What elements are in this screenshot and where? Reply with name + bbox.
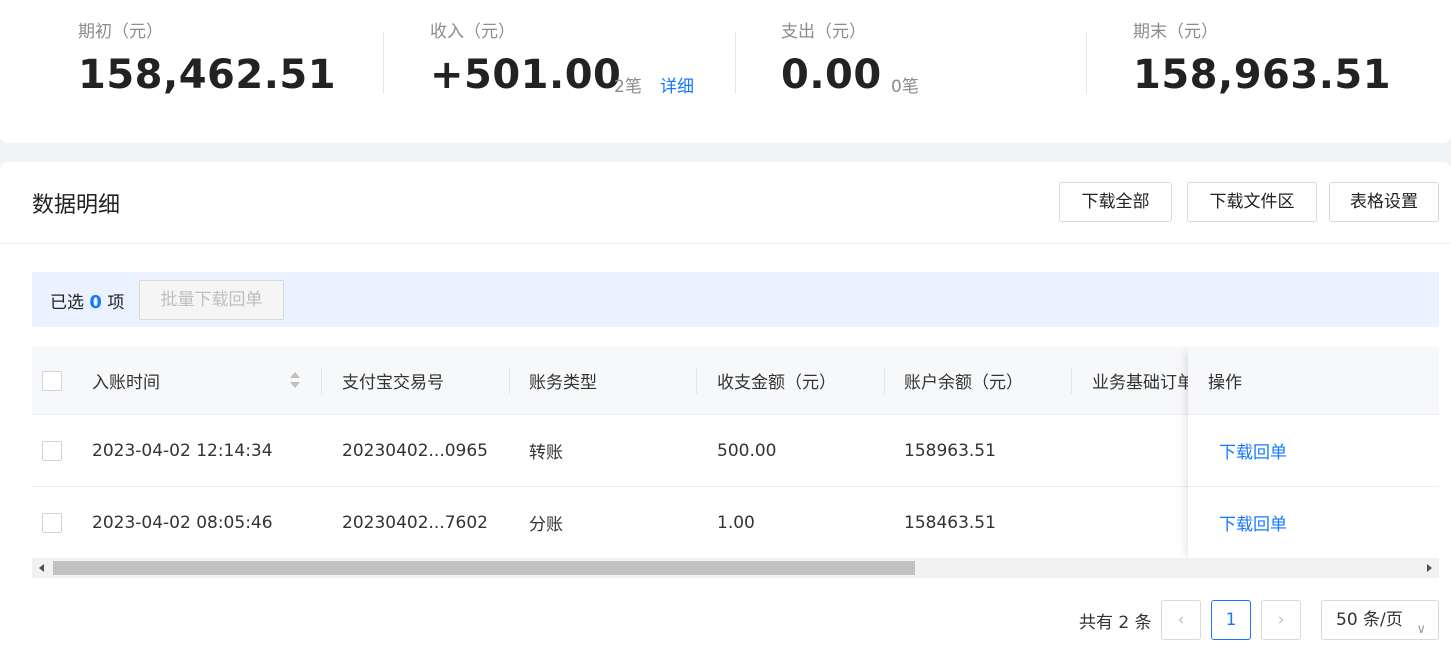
selection-prefix: 已选 bbox=[50, 293, 84, 313]
summary-card: 期初（元） 158,462.51 收入（元） +501.00 2笔 详细 支出（… bbox=[0, 0, 1451, 143]
selection-summary: 已选 0 项 bbox=[50, 288, 124, 313]
income-value: +501.00 bbox=[430, 52, 622, 98]
expense-count: 0笔 bbox=[891, 77, 919, 97]
chevron-left-icon: ‹ bbox=[1177, 610, 1185, 630]
income-detail-link[interactable]: 详细 bbox=[660, 72, 694, 97]
action-header-cell: 操作 bbox=[1188, 347, 1439, 415]
closing-balance-value: 158,963.51 bbox=[1133, 52, 1392, 98]
column-header-trade-no: 支付宝交易号 bbox=[342, 373, 444, 393]
cell-time: 2023-04-02 08:05:46 bbox=[92, 512, 273, 533]
column-divider bbox=[1071, 368, 1072, 394]
page-size-value: 50 条/页 bbox=[1336, 610, 1403, 630]
divider bbox=[735, 32, 736, 94]
divider bbox=[383, 32, 384, 94]
column-header-amount: 收支金额（元） bbox=[717, 373, 836, 393]
selection-bar: 已选 0 项 批量下载回单 bbox=[32, 272, 1439, 327]
selection-suffix: 项 bbox=[107, 293, 125, 313]
selection-count: 0 bbox=[89, 292, 102, 313]
pagination-total: 共有 2 条 bbox=[1079, 613, 1152, 633]
download-receipt-link[interactable]: 下载回单 bbox=[1219, 415, 1339, 486]
action-cell: 下载回单 bbox=[1188, 415, 1439, 487]
divider bbox=[1086, 32, 1087, 94]
fixed-action-column: 操作 下载回单 下载回单 bbox=[1188, 347, 1439, 559]
details-card: 数据明细 下载全部 下载文件区 表格设置 已选 0 项 批量下载回单 入账时间 … bbox=[0, 162, 1451, 655]
cell-order-no bbox=[1092, 415, 1188, 486]
cell-time: 2023-04-02 12:14:34 bbox=[92, 440, 273, 461]
divider bbox=[0, 243, 1451, 244]
cell-amount: 500.00 bbox=[717, 440, 777, 461]
scrollbar-thumb[interactable] bbox=[53, 561, 915, 575]
expense-label: 支出（元） bbox=[781, 22, 866, 42]
income-count: 2笔 bbox=[614, 77, 642, 97]
cell-balance: 158963.51 bbox=[904, 440, 996, 461]
cell-trade-no: 20230402...7602 bbox=[342, 512, 489, 533]
page-number-button[interactable]: 1 bbox=[1211, 600, 1251, 640]
table-settings-button[interactable]: 表格设置 bbox=[1329, 182, 1439, 222]
chevron-down-icon: ∨ bbox=[1416, 622, 1426, 637]
column-header-balance: 账户余额（元） bbox=[904, 373, 1023, 393]
batch-download-button[interactable]: 批量下载回单 bbox=[139, 280, 284, 320]
income-label: 收入（元） bbox=[430, 22, 515, 42]
opening-balance-value: 158,462.51 bbox=[78, 52, 337, 98]
column-header-type: 账务类型 bbox=[529, 373, 597, 393]
download-receipt-link[interactable]: 下载回单 bbox=[1219, 487, 1339, 558]
column-header-order-no: 业务基础订单号 bbox=[1092, 373, 1188, 393]
row-checkbox[interactable] bbox=[42, 441, 62, 461]
chevron-right-icon: › bbox=[1277, 610, 1285, 630]
page-size-select[interactable]: 50 条/页 ∨ bbox=[1321, 600, 1439, 640]
cell-type: 转账 bbox=[529, 443, 563, 463]
column-divider bbox=[509, 368, 510, 394]
cell-trade-no: 20230402...0965 bbox=[342, 440, 489, 461]
column-divider bbox=[696, 368, 697, 394]
opening-balance-label: 期初（元） bbox=[78, 22, 163, 42]
column-divider bbox=[884, 368, 885, 394]
expense-value: 0.00 bbox=[781, 52, 882, 98]
action-cell: 下载回单 bbox=[1188, 487, 1439, 559]
cell-type: 分账 bbox=[529, 515, 563, 535]
column-header-action: 操作 bbox=[1208, 373, 1242, 393]
sort-icon[interactable] bbox=[289, 372, 301, 390]
download-all-button[interactable]: 下载全部 bbox=[1059, 182, 1172, 222]
prev-page-button[interactable]: ‹ bbox=[1161, 600, 1201, 640]
cell-order-no bbox=[1092, 487, 1188, 558]
closing-balance-label: 期末（元） bbox=[1133, 22, 1218, 42]
scroll-right-icon[interactable] bbox=[1427, 564, 1432, 572]
download-area-button[interactable]: 下载文件区 bbox=[1187, 182, 1317, 222]
cell-amount: 1.00 bbox=[717, 512, 755, 533]
column-divider bbox=[321, 368, 322, 394]
select-all-checkbox[interactable] bbox=[42, 371, 62, 391]
scroll-left-icon[interactable] bbox=[39, 564, 44, 572]
details-table: 入账时间 支付宝交易号 账务类型 收支金额（元） 账户余额（元） 业务基础订单号… bbox=[32, 347, 1439, 559]
section-title: 数据明细 bbox=[32, 193, 121, 218]
column-header-time[interactable]: 入账时间 bbox=[92, 347, 282, 414]
row-checkbox[interactable] bbox=[42, 513, 62, 533]
next-page-button[interactable]: › bbox=[1261, 600, 1301, 640]
cell-balance: 158463.51 bbox=[904, 512, 996, 533]
horizontal-scrollbar[interactable] bbox=[32, 558, 1439, 578]
